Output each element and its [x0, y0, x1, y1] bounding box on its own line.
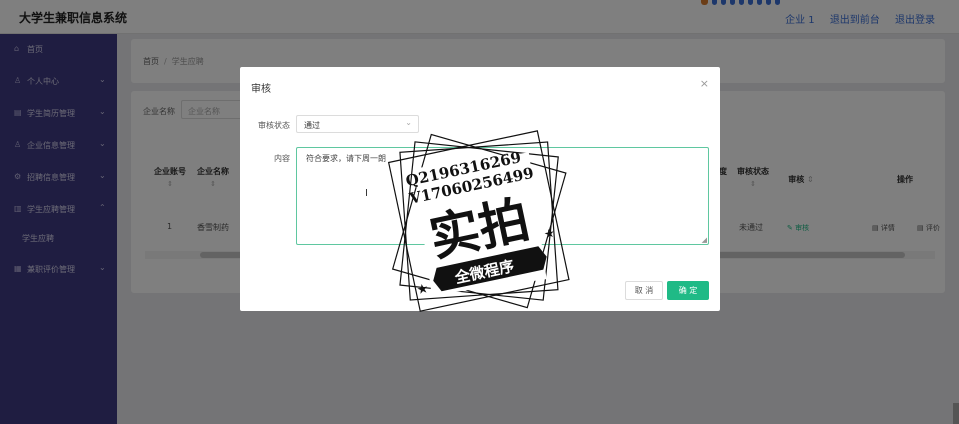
status-label: 审核状态 — [258, 121, 290, 130]
content-value: 符合要求，请下周一朗 — [306, 154, 386, 163]
content-label: 内容 — [274, 154, 290, 163]
page-scroll-handle[interactable] — [953, 403, 959, 424]
cancel-button[interactable]: 取 消 — [625, 281, 663, 300]
watermark-stamp: Q2196316269 V17060256499 实拍 全微程序 ★ ★ — [387, 130, 570, 312]
close-icon[interactable]: × — [700, 77, 709, 90]
svg-text:★: ★ — [415, 281, 430, 298]
confirm-button[interactable]: 确 定 — [667, 281, 709, 300]
audit-status-value: 通过 — [304, 121, 320, 130]
resize-grip-icon[interactable]: ◢ — [702, 236, 707, 244]
dialog-title: 审核 — [251, 84, 271, 95]
text-cursor-icon: I — [365, 188, 368, 199]
